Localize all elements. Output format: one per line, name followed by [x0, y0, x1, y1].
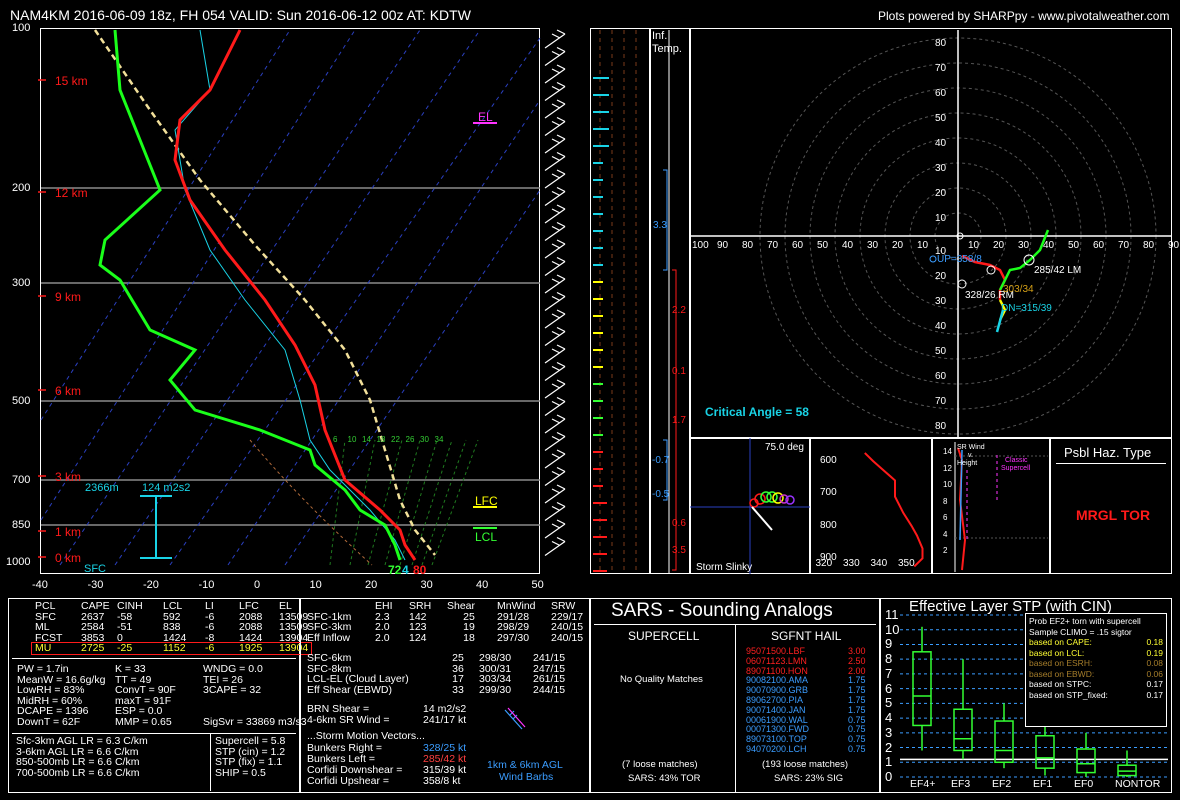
stp-plot [900, 614, 1168, 778]
stp-y-tick: 2 [885, 739, 893, 755]
stp-legend-value: 0.17 [1146, 679, 1163, 689]
stp-box [1076, 748, 1096, 774]
stp-x-tick: EF1 [1033, 778, 1053, 790]
stp-box [994, 720, 1014, 764]
stp-box [953, 708, 973, 752]
stp-x-tick: NONTOR [1115, 778, 1161, 790]
stp-legend-label: based on LCL: [1029, 647, 1085, 658]
stp-legend: Prob EF2+ torn with supercell Sample CLI… [1025, 613, 1167, 727]
stp-legend-value: 0.18 [1146, 637, 1163, 647]
stp-legend-row: based on STPC: 0.17 [1029, 679, 1163, 690]
stp-legend-value: 0.17 [1146, 689, 1163, 700]
stp-x-tick: EF4+ [910, 778, 936, 790]
stp-legend-row: based on EBWD: 0.06 [1029, 669, 1163, 680]
stp-y-tick: 1 [885, 754, 893, 770]
stp-y-tick: 3 [885, 724, 893, 740]
stp-legend-row: based on LCL: 0.19 [1029, 648, 1163, 659]
stp-legend-label: based on STP_fixed: [1029, 689, 1108, 700]
stp-legend-row: based on STP_fixed: 0.17 [1029, 690, 1163, 701]
stp-legend-row: based on CAPE: 0.18 [1029, 637, 1163, 648]
stp-legend-title-1: Prob EF2+ torn with supercell [1029, 616, 1141, 626]
stp-legend-label: based on CAPE: [1029, 637, 1092, 647]
stp-y-tick: 0 [885, 769, 893, 784]
stp-y-tick: 6 [885, 680, 893, 696]
stp-y-tick: 10 [885, 621, 900, 637]
stp-legend-value: 0.06 [1146, 668, 1163, 679]
stp-x-tick: EF3 [951, 778, 971, 790]
stp-box [912, 651, 932, 727]
stp-y-tick: 9 [885, 636, 893, 652]
stp-y-tick: 4 [885, 710, 893, 726]
stp-legend-label: based on EBWD: [1029, 668, 1095, 679]
stp-legend-title-2: Sample CLIMO = .15 sigtor [1029, 626, 1132, 637]
stp-legend-value: 0.19 [1146, 647, 1163, 658]
stp-legend-value: 0.08 [1146, 658, 1163, 668]
stp-x-tick: EF2 [992, 778, 1012, 790]
stp-legend-label: based on STPC: [1029, 679, 1092, 689]
stp-y-tick: 8 [885, 651, 893, 667]
stp-box [1035, 735, 1055, 769]
stp-legend-row: based on ESRH: 0.08 [1029, 658, 1163, 669]
stp-y-tick: 5 [885, 695, 893, 711]
stp-y-tick: 11 [885, 607, 899, 622]
stp-legend-label: based on ESRH: [1029, 658, 1093, 668]
stp-y-tick: 7 [885, 665, 893, 681]
stp-x-tick: EF0 [1074, 778, 1094, 790]
